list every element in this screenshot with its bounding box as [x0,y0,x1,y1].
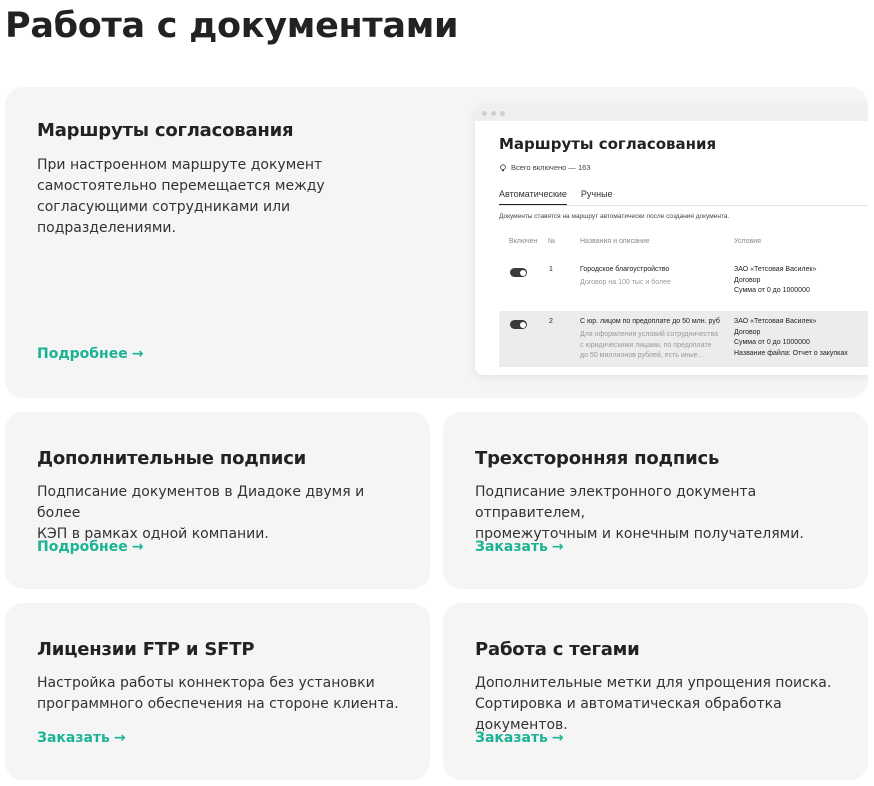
card-title: Дополнительные подписи [37,448,307,469]
row-name: С юр. лицом по предоплате до 50 млн. руб [580,318,720,325]
lightbulb-icon [500,163,506,171]
row-number: 1 [549,266,553,273]
row-conditions: ЗАО «Тетсовая Василек» Договор Сумма от … [734,265,816,297]
card-title: Трехсторонняя подпись [475,448,720,469]
card-title: Маршруты согласования [37,120,294,141]
app-preview-window: Маршруты согласования Всего включено — 1… [475,105,868,375]
card-additional-signatures: Дополнительные подписи Подписание докуме… [5,412,430,589]
condition-line: ЗАО «Тетсовая Василек» [734,266,817,273]
row-description: Договор на 100 тыс и более [580,279,671,286]
description-line: с юридическими лицами, по предоплате [580,341,712,349]
description-line: Подписание электронного документа отправ… [475,484,757,521]
condition-line: Название файла: Отчет о закупках [734,349,848,357]
order-link[interactable]: Заказать → [475,539,564,555]
condition-line: ЗАО «Тетсовая Василек» [734,318,817,325]
description-line: до 50 миллионов рублей, есть иные... [580,352,704,359]
tab-manual[interactable]: Ручные [581,189,613,205]
more-link[interactable]: Подробнее → [37,539,143,555]
description-line: Настройка работы коннектора без установк… [37,675,375,691]
card-three-party-signature: Трехсторонняя подпись Подписание электро… [443,412,868,589]
row-conditions: ЗАО «Тетсовая Василек» Договор Сумма от … [734,317,848,359]
column-header-number: № [548,238,556,245]
column-header-name: Названия и описание [580,238,650,245]
order-link[interactable]: Заказать → [37,730,126,746]
card-tags: Работа с тегами Дополнительные метки для… [443,603,868,780]
column-header-conditions: Условия [734,238,761,245]
window-titlebar [475,105,868,121]
arrow-right-icon: → [113,730,126,746]
row-name: Городское благоустройство [580,266,670,273]
window-dot-icon [491,110,496,116]
arrow-right-icon: → [551,730,564,746]
page-title: Работа с документами [5,6,459,46]
link-label: Заказать [475,730,548,746]
card-approval-routes: Маршруты согласования При настроенном ма… [5,87,868,398]
column-header-enabled: Включен [509,238,538,245]
link-label: Подробнее [37,539,128,555]
condition-line: Договор [734,276,761,284]
more-link[interactable]: Подробнее → [37,346,143,362]
window-dot-icon [482,110,487,116]
window-dot-icon [500,110,505,116]
description-line: программного обеспечения на стороне клие… [37,696,399,712]
enabled-count-text: Всего включено — 163 [511,163,591,172]
table-row[interactable]: 1 Городское благоустройство Договор на 1… [499,259,868,309]
tab-automatic[interactable]: Автоматические [499,189,567,205]
enabled-toggle[interactable] [510,268,527,277]
card-description: Подписание электронного документа отправ… [475,482,845,545]
row-number: 2 [549,318,553,325]
tabs-divider [499,205,868,206]
description-line: Для оформления условий сотрудничества [580,331,719,338]
condition-line: Сумма от 0 до 1000000 [734,287,810,294]
condition-line: Сумма от 0 до 1000000 [734,339,810,346]
order-link[interactable]: Заказать → [475,730,564,746]
description-line: Подписание документов в Диадоке двумя и … [37,484,365,521]
link-label: Подробнее [37,346,128,362]
row-description: Для оформления условий сотрудничества с … [580,330,718,362]
enabled-count: Всего включено — 163 [499,163,591,172]
link-label: Заказать [37,730,110,746]
enabled-toggle[interactable] [510,320,527,329]
arrow-right-icon: → [131,346,144,362]
preview-tabs: Автоматические Ручные [499,189,613,205]
arrow-right-icon: → [551,539,564,555]
condition-line: Договор [734,328,761,336]
table-row[interactable]: 2 С юр. лицом по предоплате до 50 млн. р… [499,311,868,367]
preview-title: Маршруты согласования [499,135,717,153]
arrow-right-icon: → [131,539,144,555]
card-description: Настройка работы коннектора без установк… [37,673,407,715]
card-ftp-licenses: Лицензии FTP и SFTP Настройка работы кон… [5,603,430,780]
card-description: Подписание документов в Диадоке двумя и … [37,482,407,545]
card-description: При настроенном маршруте документ самост… [37,157,325,236]
link-label: Заказать [475,539,548,555]
card-title: Лицензии FTP и SFTP [37,639,255,660]
card-description: Дополнительные метки для упрощения поиск… [475,673,845,736]
card-title: Работа с тегами [475,639,640,660]
description-line: Дополнительные метки для упрощения поиск… [475,675,832,691]
preview-note: Документы ставятся на маршрут автоматиче… [499,213,730,220]
